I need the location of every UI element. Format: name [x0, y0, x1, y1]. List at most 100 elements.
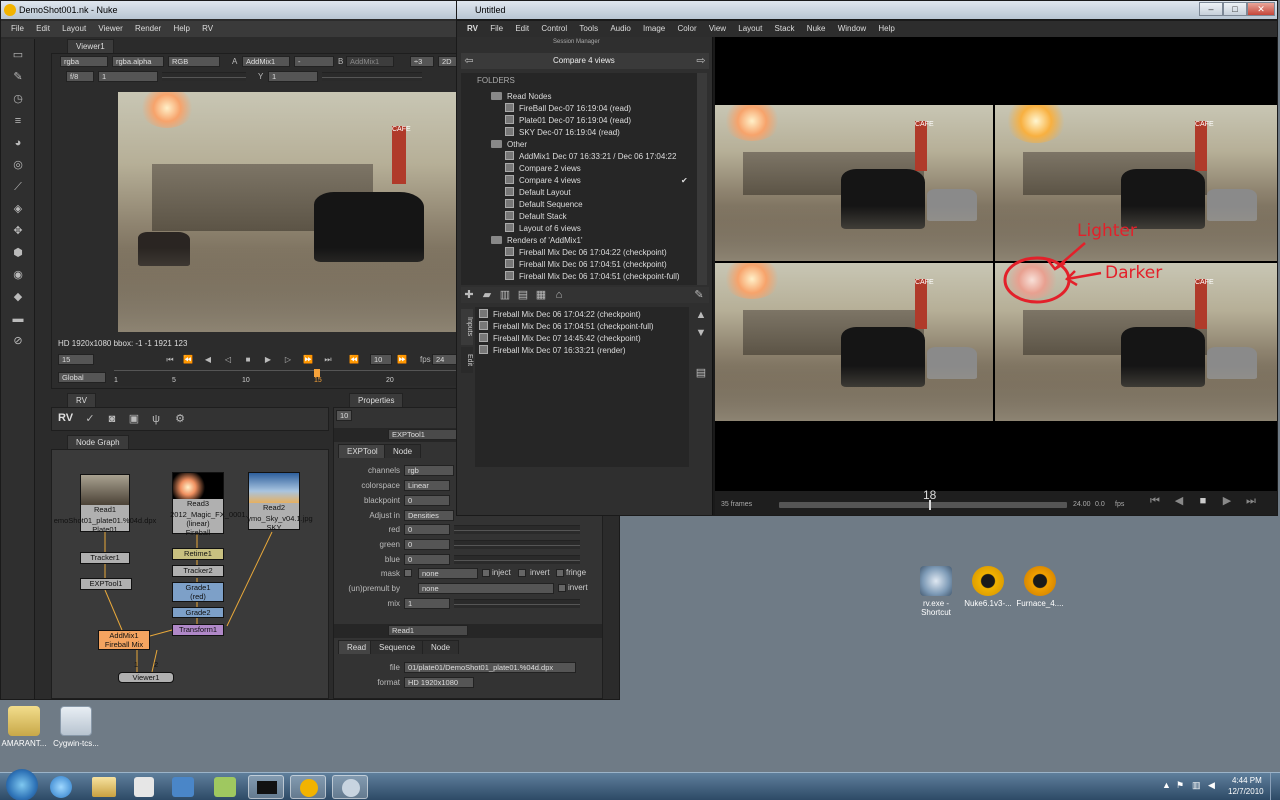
- rv-scrub-bar[interactable]: [779, 502, 1067, 508]
- nuke-menu-file[interactable]: File: [11, 24, 24, 33]
- rv-menu-file[interactable]: File: [490, 24, 503, 33]
- rv-timeline[interactable]: 35 frames 18 24.00 0.0 fps ⏮ ◀ ■ ▶ ⏭: [715, 488, 1277, 515]
- green-slider[interactable]: [454, 540, 580, 549]
- draw-tool-icon[interactable]: ✎: [12, 71, 24, 83]
- node-tracker2[interactable]: Tracker2: [172, 565, 224, 577]
- taskbar-app3-icon[interactable]: [172, 777, 194, 797]
- gear-icon[interactable]: ⚙: [174, 413, 186, 425]
- node-transform1[interactable]: Transform1: [172, 624, 224, 636]
- rv-menu-stack[interactable]: Stack: [775, 24, 795, 33]
- a-input-select[interactable]: AddMix1: [242, 56, 290, 67]
- b-input-select[interactable]: AddMix1: [346, 56, 394, 67]
- nuke-menu-rv[interactable]: RV: [202, 24, 213, 33]
- play-icon[interactable]: ▶: [262, 354, 274, 366]
- skip-forward-icon[interactable]: ⏩: [396, 354, 408, 366]
- exp-colorspace-select[interactable]: Linear: [404, 480, 450, 491]
- next-key-icon[interactable]: ⏩: [302, 354, 314, 366]
- tree-item-addmix1[interactable]: AddMix1 Dec 07 16:33:21 / Dec 06 17:04:2…: [505, 151, 676, 163]
- step-forward-icon[interactable]: ▷: [282, 354, 294, 366]
- file-field[interactable]: 01/plate01/DemoShot01_plate01.%04d.dpx: [404, 662, 576, 673]
- rv-menu-layout[interactable]: Layout: [738, 24, 762, 33]
- blackpoint-field[interactable]: 0: [404, 495, 450, 506]
- gamma-slider[interactable]: [322, 72, 422, 81]
- rv-last-frame-icon[interactable]: ⏭: [1245, 495, 1257, 507]
- time-tool-icon[interactable]: ◷: [12, 93, 24, 105]
- rv-titlebar[interactable]: Untitled: [457, 1, 1277, 19]
- properties-max-panels[interactable]: 10: [336, 410, 352, 421]
- rv-menu-view[interactable]: View: [709, 24, 726, 33]
- play-back-icon[interactable]: ◁: [222, 354, 234, 366]
- exptool-tab-node[interactable]: Node: [384, 444, 422, 458]
- image-tool-icon[interactable]: ▭: [12, 49, 24, 61]
- taskbar-cmd-button[interactable]: [248, 775, 284, 799]
- check-icon[interactable]: ✓: [84, 413, 96, 425]
- colorspace-select[interactable]: RGB: [168, 56, 220, 67]
- timeline[interactable]: 1 5 10 15 20: [114, 369, 458, 386]
- clock-date[interactable]: 12/7/2010: [1228, 787, 1264, 796]
- tree-item-compare-4[interactable]: Compare 4 views: [505, 175, 581, 187]
- wrench-icon[interactable]: ✎: [693, 289, 705, 301]
- rv-first-frame-icon[interactable]: ⏮: [1149, 495, 1161, 507]
- rv-menu-edit[interactable]: Edit: [515, 24, 529, 33]
- mask-select[interactable]: none: [418, 568, 478, 579]
- mix-slider[interactable]: [454, 599, 580, 608]
- desktop-icon-nuke[interactable]: Nuke6.1v3-...: [958, 566, 1018, 608]
- gamma-field[interactable]: 1: [268, 71, 318, 82]
- nuke-menu-layout[interactable]: Layout: [62, 24, 86, 33]
- frame-field[interactable]: 15: [58, 354, 94, 365]
- exp-channels-select[interactable]: rgb: [404, 465, 454, 476]
- step-back-icon[interactable]: ◀: [202, 354, 214, 366]
- fstop-field[interactable]: f/8: [66, 71, 94, 82]
- stop-icon[interactable]: ■: [242, 354, 254, 366]
- folder-read-nodes[interactable]: Read Nodes: [491, 91, 551, 103]
- minimize-button[interactable]: –: [1199, 2, 1223, 16]
- taskbar-app4-icon[interactable]: [214, 777, 236, 797]
- rv-play-icon[interactable]: ▶: [1221, 495, 1233, 507]
- tree-item-render-1[interactable]: Fireball Mix Dec 06 17:04:22 (checkpoint…: [505, 247, 667, 259]
- color-tool-icon[interactable]: ◕: [12, 137, 24, 149]
- frame-increment-field[interactable]: 10: [370, 354, 392, 365]
- tray-volume-icon[interactable]: ◀: [1208, 780, 1215, 791]
- render-icon[interactable]: ▣: [128, 413, 140, 425]
- taskbar-explorer-icon[interactable]: [92, 777, 116, 797]
- rv-menu-image[interactable]: Image: [643, 24, 665, 33]
- other-tool-icon[interactable]: ▬: [12, 313, 24, 325]
- tab-properties[interactable]: Properties: [349, 393, 404, 407]
- nuke-menu-viewer[interactable]: Viewer: [98, 24, 122, 33]
- tree-item-default-layout[interactable]: Default Layout: [505, 187, 571, 199]
- mix-field[interactable]: 1: [404, 598, 450, 609]
- metadata-tool-icon[interactable]: ◆: [12, 291, 24, 303]
- nav-forward-icon[interactable]: ⇨: [695, 55, 707, 67]
- read-tab-sequence[interactable]: Sequence: [370, 640, 425, 654]
- merge-tool-icon[interactable]: ◈: [12, 203, 24, 215]
- tab-rv[interactable]: RV: [67, 393, 96, 407]
- nuke-menu-edit[interactable]: Edit: [36, 24, 50, 33]
- read-tab-node[interactable]: Node: [422, 640, 460, 654]
- invert-checkbox[interactable]: [518, 569, 526, 577]
- invert2-checkbox[interactable]: [558, 584, 566, 592]
- tree-item-sky[interactable]: SKY Dec-07 16:19:04 (read): [505, 127, 620, 139]
- unpremult-select[interactable]: none: [418, 583, 554, 594]
- camera-icon[interactable]: ◙: [106, 413, 118, 425]
- folder-other[interactable]: Other: [491, 139, 527, 151]
- nav-back-icon[interactable]: ⇦: [463, 55, 475, 67]
- rv-playhead[interactable]: [929, 500, 931, 510]
- inject-checkbox[interactable]: [482, 569, 490, 577]
- maximize-button[interactable]: □: [1223, 2, 1247, 16]
- gain-slider[interactable]: [162, 72, 246, 81]
- clock-time[interactable]: 4:44 PM: [1232, 776, 1262, 785]
- fringe-checkbox[interactable]: [556, 569, 564, 577]
- edit-icon[interactable]: ▤: [517, 289, 529, 301]
- last-frame-icon[interactable]: ⏭: [322, 354, 334, 366]
- node-addmix1[interactable]: AddMix1 Fireball Mix: [98, 630, 150, 650]
- rv-menu-audio[interactable]: Audio: [610, 24, 630, 33]
- 3d-tool-icon[interactable]: ⬢: [12, 247, 24, 259]
- red-field[interactable]: 0: [404, 524, 450, 535]
- show-desktop-button[interactable]: [1270, 773, 1280, 800]
- taskbar-nuke-button[interactable]: [290, 775, 326, 799]
- tree-item-render-2[interactable]: Fireball Mix Dec 06 17:04:51 (checkpoint…: [505, 259, 667, 271]
- tab-node-graph[interactable]: Node Graph: [67, 435, 129, 449]
- move-down-icon[interactable]: ▼: [695, 327, 707, 339]
- desktop-icon-cygwin[interactable]: Cygwin-tcs...: [46, 706, 106, 748]
- delete-icon[interactable]: ▥: [499, 289, 511, 301]
